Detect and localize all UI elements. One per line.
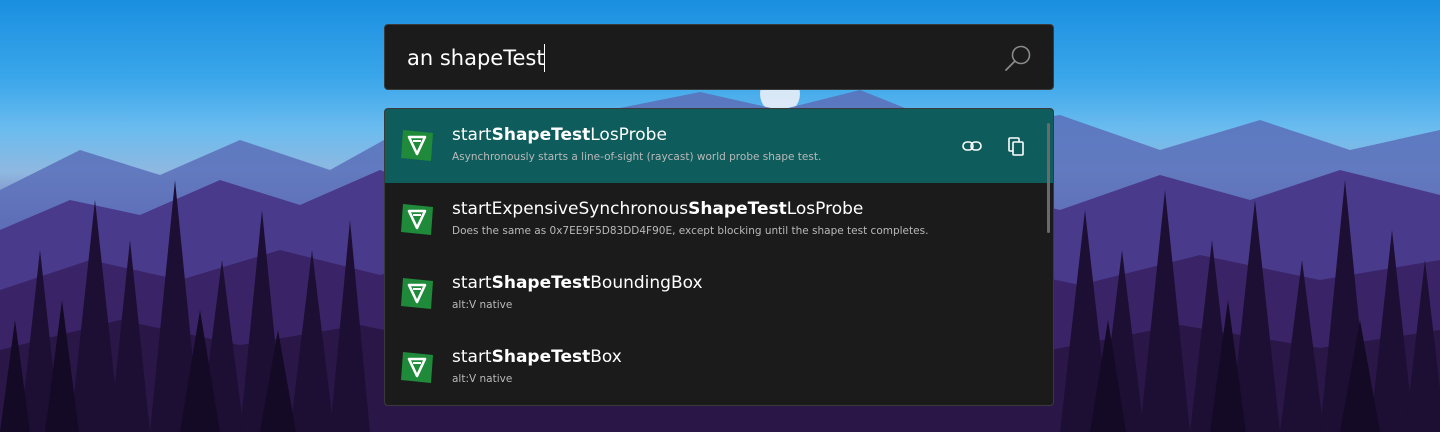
altv-logo-icon xyxy=(401,352,433,383)
altv-logo-icon xyxy=(401,278,433,309)
search-input[interactable] xyxy=(407,41,967,75)
text-caret xyxy=(544,44,545,72)
altv-logo-icon xyxy=(401,130,433,161)
scrollbar[interactable] xyxy=(1047,123,1050,233)
result-item[interactable]: startShapeTestBox alt:V native xyxy=(385,331,1053,405)
results-list: startShapeTestLosProbe Asynchronously st… xyxy=(384,108,1054,406)
result-item[interactable]: startShapeTestBoundingBox alt:V native xyxy=(385,257,1053,331)
copy-icon[interactable] xyxy=(1005,135,1027,157)
result-title: startShapeTestLosProbe xyxy=(452,125,667,145)
result-title: startShapeTestBox xyxy=(452,347,622,367)
search-box[interactable] xyxy=(384,24,1054,90)
result-subtitle: Does the same as 0x7EE9F5D83DD4F90E, exc… xyxy=(452,225,929,237)
result-title: startExpensiveSynchronousShapeTestLosPro… xyxy=(452,199,864,219)
result-item[interactable]: startExpensiveSynchronousShapeTestLosPro… xyxy=(385,183,1053,257)
result-subtitle: Asynchronously starts a line-of-sight (r… xyxy=(452,151,822,163)
result-subtitle: alt:V native xyxy=(452,299,513,311)
altv-logo-icon xyxy=(401,204,433,235)
link-icon[interactable] xyxy=(961,135,983,157)
search-icon[interactable] xyxy=(1003,43,1033,73)
result-item[interactable]: startShapeTestLosProbe Asynchronously st… xyxy=(385,109,1053,183)
result-subtitle: alt:V native xyxy=(452,373,513,385)
result-title: startShapeTestBoundingBox xyxy=(452,273,703,293)
